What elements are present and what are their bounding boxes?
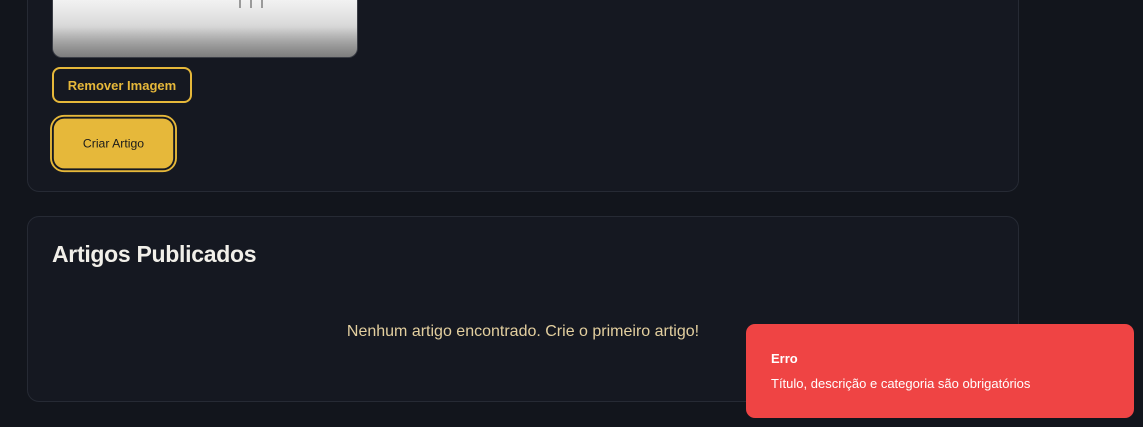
create-article-button[interactable]: Criar Artigo — [53, 118, 174, 169]
remove-image-button[interactable]: Remover Imagem — [52, 67, 192, 103]
toast-title: Erro — [771, 351, 798, 366]
error-toast[interactable]: Erro Título, descrição e categoria são o… — [746, 324, 1134, 418]
image-detail — [261, 0, 263, 8]
toast-message: Título, descrição e categoria são obriga… — [771, 376, 1031, 391]
section-title: Artigos Publicados — [52, 241, 257, 267]
image-detail — [250, 0, 252, 8]
image-fog — [53, 27, 357, 57]
image-detail — [239, 0, 241, 8]
image-preview — [52, 0, 358, 58]
